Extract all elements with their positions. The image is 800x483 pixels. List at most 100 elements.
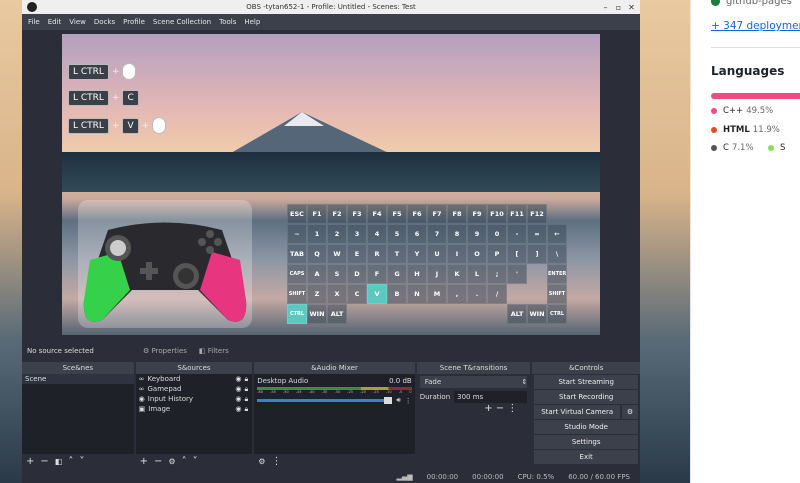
key-j: J — [427, 264, 447, 284]
scenes-title: Sce&nes — [22, 362, 134, 374]
key-s: S — [327, 264, 347, 284]
eye-icon[interactable]: ◉ — [235, 404, 241, 414]
audio-mixer-dock: &Audio Mixer Desktop Audio 0.0 dB -60 -55 -… — [254, 362, 415, 468]
eye-icon[interactable]: ◉ — [235, 374, 241, 384]
key-~: ~ — [287, 224, 307, 244]
menu-help[interactable]: Help — [244, 14, 260, 30]
up-icon[interactable]: ˄ — [182, 456, 187, 467]
filter-icon: ◧ — [198, 347, 206, 355]
gamepad-icon — [83, 222, 247, 322]
controls-dock: &Controls Start Streaming Start Recording… — [532, 362, 640, 468]
volume-slider[interactable] — [257, 397, 393, 404]
preview-canvas[interactable]: L CTRL + L CTRL + C L CTRL + V + ESC F1 F2 F3 F4 F5 F6… — [62, 34, 600, 335]
menu-tools[interactable]: Tools — [219, 14, 236, 30]
speaker-icon[interactable]: 🔊︎ — [396, 396, 400, 405]
meter-tick: -45 — [295, 390, 302, 394]
minimize-icon[interactable]: – — [601, 3, 610, 12]
start-recording-button[interactable]: Start Recording — [534, 390, 638, 404]
mixer-settings-icon[interactable]: ⚙ — [258, 457, 265, 466]
meter-tick: 0 — [409, 390, 412, 394]
source-item[interactable]: ◉ Input History ◉ 🔒︎ — [136, 394, 253, 404]
key-\: \ — [547, 244, 567, 264]
key-0: 0 — [487, 224, 507, 244]
key-y: Y — [407, 244, 427, 264]
maximize-icon[interactable]: ▫ — [614, 3, 623, 12]
deploy-status-icon — [711, 0, 720, 6]
up-icon[interactable]: ˄ — [68, 456, 73, 467]
key-]: ] — [527, 244, 547, 264]
eye-icon[interactable]: ◉ — [235, 384, 241, 394]
key-ctrl: CTRL — [287, 304, 307, 324]
eye-icon[interactable]: ◉ — [235, 394, 241, 404]
key-u: U — [427, 244, 447, 264]
start-virtual-camera-button[interactable]: Start Virtual Camera ⚙ — [534, 405, 638, 419]
duration-input[interactable]: 300 ms — [454, 391, 528, 403]
key-z: Z — [307, 284, 327, 304]
key-alt: ALT — [507, 304, 527, 324]
more-icon[interactable]: ⋮ — [405, 397, 412, 405]
key-f3: F3 — [347, 204, 367, 224]
source-status: No source selected — [27, 347, 94, 355]
menu-file[interactable]: File — [28, 14, 40, 30]
meter-tick: -20 — [360, 390, 366, 394]
properties-button[interactable]: ⚙ Properties — [139, 346, 191, 356]
menu-profile[interactable]: Profile — [123, 14, 145, 30]
exit-button[interactable]: Exit — [534, 450, 638, 464]
key-label: L CTRL — [68, 63, 109, 80]
close-icon[interactable]: ✕ — [627, 3, 636, 12]
gamepad-icon: ∞ — [138, 385, 145, 393]
remove-icon[interactable]: − — [496, 403, 504, 414]
filter-icon[interactable]: ◧ — [55, 457, 63, 466]
lock-icon[interactable]: 🔒︎ — [245, 404, 253, 414]
preview-area[interactable]: L CTRL + L CTRL + C L CTRL + V + ESC F1 F2 F3 F4 F5 F6… — [22, 30, 640, 342]
menu-docks[interactable]: Docks — [94, 14, 115, 30]
lock-icon[interactable]: 🔒︎ — [245, 374, 253, 384]
mixer-title: &Audio Mixer — [254, 362, 415, 374]
menu-edit[interactable]: Edit — [48, 14, 62, 30]
source-item[interactable]: ∞ Gamepad ◉ 🔒︎ — [136, 384, 253, 394]
meter-tick: -5 — [398, 390, 403, 394]
menu-scene-collection[interactable]: Scene Collection — [153, 14, 211, 30]
transition-select[interactable]: Fade ⇕ — [419, 376, 528, 388]
studio-mode-button[interactable]: Studio Mode — [534, 420, 638, 434]
key-f6: F6 — [407, 204, 427, 224]
deployments-link[interactable]: + 347 deployments — [711, 20, 800, 32]
button-label: Studio Mode — [564, 423, 608, 431]
remove-icon[interactable]: − — [154, 456, 162, 467]
globe-icon: ◉ — [138, 395, 145, 403]
start-streaming-button[interactable]: Start Streaming — [534, 375, 638, 389]
add-icon[interactable]: + — [484, 403, 492, 414]
key-.: . — [467, 284, 487, 304]
key-6: 6 — [407, 224, 427, 244]
key-f7: F7 — [427, 204, 447, 224]
language-dot-icon — [711, 108, 717, 114]
add-icon[interactable]: + — [26, 456, 34, 467]
lock-icon[interactable]: 🔒︎ — [245, 384, 253, 394]
source-item[interactable]: ∞ Keyboard ◉ 🔒︎ — [136, 374, 253, 384]
down-icon[interactable]: ˅ — [193, 456, 198, 467]
lock-icon[interactable]: 🔒︎ — [245, 394, 253, 404]
down-icon[interactable]: ˅ — [79, 456, 84, 467]
meter-tick: -30 — [334, 390, 341, 394]
deploy-name[interactable]: github-pages — [726, 0, 792, 7]
more-icon[interactable]: ⋮ — [507, 403, 517, 414]
key-k: K — [447, 264, 467, 284]
button-label: Exit — [579, 453, 593, 461]
menu-view[interactable]: View — [69, 14, 86, 30]
key-f10: F10 — [487, 204, 507, 224]
sources-dock: S&ources ∞ Keyboard ◉ 🔒︎ ∞ Gamepad ◉ 🔒︎ ◉ Input H… — [135, 362, 253, 468]
plus-sign: + — [111, 66, 120, 77]
scene-item[interactable]: Scene — [22, 374, 134, 384]
gear-icon[interactable]: ⚙ — [168, 457, 175, 466]
settings-button[interactable]: Settings — [534, 435, 638, 449]
filters-button[interactable]: ◧ Filters — [195, 346, 233, 356]
more-icon[interactable]: ⋮ — [271, 456, 281, 467]
channel-name: Desktop Audio — [257, 377, 309, 385]
virtual-camera-settings-icon[interactable]: ⚙ — [622, 405, 638, 419]
transitions-title: Scene T&ransitions — [416, 362, 531, 374]
add-icon[interactable]: + — [140, 456, 148, 467]
key-shift: SHIFT — [547, 284, 567, 304]
key-f2: F2 — [327, 204, 347, 224]
remove-icon[interactable]: − — [40, 456, 48, 467]
source-item[interactable]: ▣ Image ◉ 🔒︎ — [136, 404, 253, 414]
